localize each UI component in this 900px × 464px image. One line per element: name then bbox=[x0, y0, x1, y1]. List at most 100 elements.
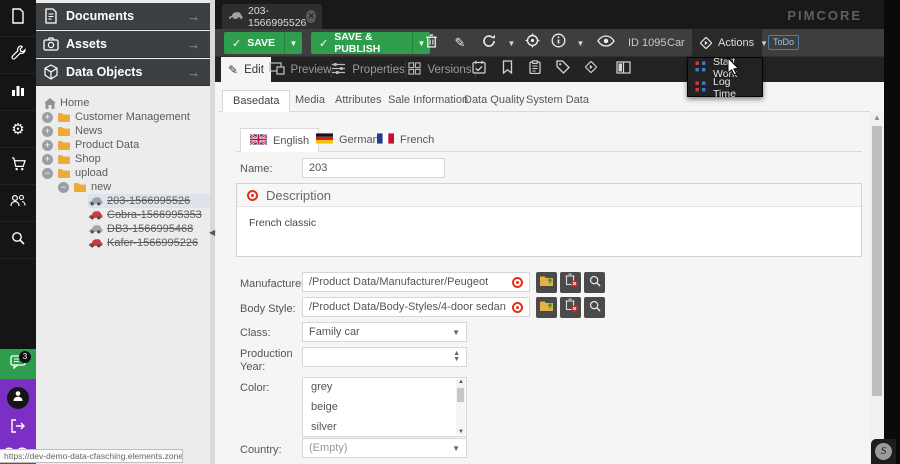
description-header[interactable]: Description bbox=[237, 184, 861, 207]
color-option-silver[interactable]: silver bbox=[303, 418, 466, 438]
tree-node-new[interactable]: − new bbox=[58, 180, 111, 194]
user-avatar[interactable] bbox=[7, 387, 29, 409]
class-label: Class: bbox=[240, 327, 271, 339]
chevron-down-icon: ▼ bbox=[760, 39, 768, 48]
production-year-spinner[interactable]: ▲▼ bbox=[302, 347, 467, 367]
collapse-minus-icon[interactable]: − bbox=[58, 182, 69, 193]
document-tab-strip: 203-1566995526 ✕ PIMCORE bbox=[215, 0, 884, 29]
tab-basedata[interactable]: Basedata bbox=[222, 90, 290, 112]
actions-menu-button[interactable]: Actions ▼ bbox=[692, 29, 762, 57]
expand-plus-icon[interactable]: + bbox=[42, 112, 53, 123]
tree-node-home[interactable]: Home bbox=[44, 96, 89, 110]
bookmark-button[interactable] bbox=[494, 57, 520, 82]
accordion-label: Data Objects bbox=[66, 65, 187, 79]
rail-chat-button[interactable] bbox=[0, 349, 36, 379]
bookmark-icon bbox=[502, 60, 513, 79]
manufacturer-remove-button[interactable] bbox=[560, 272, 581, 293]
tree-node-cobra[interactable]: Cobra-1566995353 bbox=[88, 208, 202, 222]
accordion-assets[interactable]: Assets → bbox=[36, 31, 210, 58]
scroll-up-icon[interactable]: ▲ bbox=[458, 379, 464, 385]
accordion-documents[interactable]: Documents → bbox=[36, 3, 210, 30]
rail-tools-button[interactable] bbox=[0, 37, 36, 74]
manufacturer-open-button[interactable] bbox=[536, 272, 557, 293]
open-preview-button[interactable] bbox=[593, 32, 619, 54]
country-select[interactable]: (Empty) ▼ bbox=[302, 438, 467, 458]
scroll-up-icon[interactable]: ▲ bbox=[873, 113, 881, 122]
logout-button[interactable] bbox=[10, 419, 26, 438]
body-style-relation-field[interactable]: /Product Data/Body-Styles/4-door sedan bbox=[302, 297, 530, 317]
workflow-transition-icon bbox=[695, 61, 706, 75]
tree-node-kafer[interactable]: Kafer-1566995226 bbox=[88, 236, 198, 250]
arrow-right-icon: → bbox=[187, 65, 200, 80]
tab-system-data[interactable]: System Data bbox=[516, 90, 599, 112]
schedule-button[interactable] bbox=[466, 57, 492, 82]
info-dropdown-button[interactable]: ▼ bbox=[573, 32, 588, 54]
tree-node-shop[interactable]: + Shop bbox=[42, 152, 101, 166]
chevron-down-icon: ▼ bbox=[452, 328, 460, 337]
color-multiselect[interactable]: grey beige silver ▲ ▼ bbox=[302, 377, 467, 437]
rail-statistics-button[interactable] bbox=[0, 74, 36, 111]
branding-swirl-button[interactable]: S bbox=[871, 439, 896, 464]
expand-plus-icon[interactable]: + bbox=[42, 154, 53, 165]
save-dropdown-button[interactable]: ▼ bbox=[284, 32, 302, 54]
manufacturer-relation-field[interactable]: /Product Data/Manufacturer/Peugeot bbox=[302, 272, 530, 292]
info-button[interactable] bbox=[547, 32, 569, 54]
body-style-remove-button[interactable] bbox=[560, 297, 581, 318]
delete-button[interactable] bbox=[420, 32, 442, 54]
color-option-grey[interactable]: grey bbox=[303, 378, 466, 398]
camera-icon bbox=[36, 37, 66, 51]
body-style-open-button[interactable] bbox=[536, 297, 557, 318]
collapse-minus-icon[interactable]: − bbox=[42, 168, 53, 179]
relation-value: /Product Data/Body-Styles/4-door sedan bbox=[309, 301, 512, 313]
open-object-tab[interactable]: 203-1566995526 ✕ bbox=[222, 4, 322, 29]
tree-node-label: 203-1566995526 bbox=[107, 195, 190, 207]
class-select[interactable]: Family car ▼ bbox=[302, 322, 467, 342]
color-option-beige[interactable]: beige bbox=[303, 398, 466, 418]
tree-node-product-data[interactable]: + Product Data bbox=[42, 138, 139, 152]
tab-properties[interactable]: Properties bbox=[333, 57, 403, 82]
body-style-search-button[interactable] bbox=[584, 297, 605, 318]
content-scrollbar-thumb[interactable] bbox=[872, 126, 882, 396]
list-scrollbar-thumb[interactable] bbox=[457, 388, 464, 402]
menu-item-start-work[interactable]: Start Work bbox=[688, 58, 762, 78]
rail-users-button[interactable] bbox=[0, 185, 36, 222]
name-input[interactable] bbox=[302, 158, 445, 178]
tab-versions[interactable]: Versions bbox=[407, 57, 473, 82]
spinner-arrows[interactable]: ▲▼ bbox=[453, 351, 460, 363]
tree-node-news[interactable]: + News bbox=[42, 124, 103, 138]
locate-in-tree-button[interactable] bbox=[521, 32, 543, 54]
close-tab-icon[interactable]: ✕ bbox=[306, 10, 316, 23]
notes-events-button[interactable] bbox=[522, 57, 548, 82]
tags-button[interactable] bbox=[550, 57, 576, 82]
tree-node-customer-management[interactable]: + Customer Management bbox=[42, 110, 190, 124]
reload-dropdown-button[interactable]: ▼ bbox=[504, 32, 519, 54]
accordion-data-objects[interactable]: Data Objects → bbox=[36, 59, 210, 86]
person-icon bbox=[12, 389, 24, 407]
save-button[interactable]: ✓ SAVE bbox=[224, 32, 284, 54]
panel-collapse-handle[interactable]: ◀ bbox=[209, 224, 216, 242]
tree-node-label: upload bbox=[75, 167, 108, 179]
expand-plus-icon[interactable]: + bbox=[42, 140, 53, 151]
rename-button[interactable]: ✎ bbox=[449, 32, 471, 54]
split-view-button[interactable] bbox=[610, 57, 636, 82]
reload-button[interactable] bbox=[478, 32, 500, 54]
save-publish-button[interactable]: ✓ SAVE & PUBLISH bbox=[311, 32, 412, 54]
tab-language-french[interactable]: French bbox=[368, 128, 443, 152]
menu-item-log-time[interactable]: Log Time bbox=[688, 78, 762, 98]
scroll-down-icon[interactable]: ▼ bbox=[458, 429, 464, 435]
manufacturer-search-button[interactable] bbox=[584, 272, 605, 293]
rail-documents-button[interactable] bbox=[0, 0, 36, 37]
rail-ecommerce-button[interactable] bbox=[0, 148, 36, 185]
tab-preview[interactable]: Preview bbox=[271, 57, 329, 82]
tree-node-db3[interactable]: DB3-1566995468 bbox=[88, 222, 193, 236]
crosshair-target-icon bbox=[525, 33, 540, 53]
rail-settings-button[interactable]: ⚙ bbox=[0, 111, 36, 148]
expand-plus-icon[interactable]: + bbox=[42, 126, 53, 137]
tree-node-203-selected[interactable]: 203-1566995526 bbox=[88, 194, 210, 208]
description-editor[interactable]: French classic bbox=[237, 207, 861, 239]
tree-node-upload[interactable]: − upload bbox=[42, 166, 108, 180]
rail-search-button[interactable] bbox=[0, 222, 36, 259]
tab-edit[interactable]: ✎ Edit bbox=[221, 57, 271, 82]
tree-node-label: Shop bbox=[75, 153, 101, 165]
workflow-button[interactable] bbox=[578, 57, 604, 82]
